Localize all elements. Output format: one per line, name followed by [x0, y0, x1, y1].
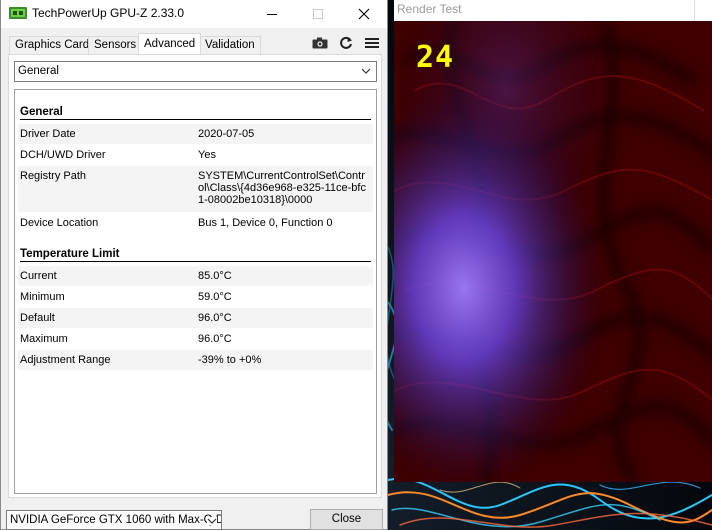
render-test-titlebar-button[interactable]	[694, 0, 712, 21]
row-key: Registry Path	[20, 170, 87, 182]
row-key: Minimum	[20, 291, 65, 303]
gpuz-window-title: TechPowerUp GPU-Z 2.33.0	[32, 6, 185, 20]
row-value: 2020-07-05	[198, 128, 255, 140]
tab-graphics-card[interactable]: Graphics Card	[9, 36, 96, 54]
tab-bar: Graphics Card Sensors Advanced Validatio…	[1, 28, 387, 54]
row-value: Bus 1, Device 0, Function 0	[198, 217, 333, 229]
hamburger-menu-icon	[365, 38, 379, 48]
gpu-device-select[interactable]: NVIDIA GeForce GTX 1060 with Max-Q Desig…	[6, 510, 222, 530]
row-value: 96.0°C	[198, 312, 232, 324]
section-heading-general: General	[20, 106, 371, 120]
render-test-titlebar[interactable]: Render Test	[394, 0, 712, 21]
row-registry-path: Registry Path SYSTEM\CurrentControlSet\C…	[18, 166, 373, 212]
section-heading-temperature-limit: Temperature Limit	[20, 248, 371, 262]
chevron-down-icon	[207, 517, 217, 525]
registry-path-line-2: ol\Class\{4d36e968-e325-11ce-bfc	[198, 182, 366, 194]
row-current-temp: Current 85.0°C	[18, 266, 373, 286]
row-value: 59.0°C	[198, 291, 232, 303]
details-panel: General Driver Date 2020-07-05 DCH/UWD D…	[14, 89, 377, 494]
tab-sensors[interactable]: Sensors	[88, 36, 143, 54]
row-value: Yes	[198, 149, 216, 161]
row-key: Current	[20, 270, 57, 282]
close-button[interactable]: Close	[310, 509, 383, 530]
screenshot-button[interactable]	[310, 34, 330, 52]
fps-counter: 24	[416, 40, 455, 75]
row-key: DCH/UWD Driver	[20, 149, 106, 161]
category-select[interactable]: General	[14, 61, 377, 82]
camera-icon	[312, 37, 328, 49]
render-test-canvas: 24	[394, 19, 712, 482]
registry-path-line-1: SYSTEM\CurrentControlSet\Contr	[198, 170, 365, 182]
row-value: SYSTEM\CurrentControlSet\Contr ol\Class\…	[198, 170, 373, 212]
row-default-temp: Default 96.0°C	[18, 308, 373, 328]
row-key: Adjustment Range	[20, 354, 111, 366]
close-window-button[interactable]	[341, 0, 387, 28]
row-key: Driver Date	[20, 128, 76, 140]
category-select-value: General	[18, 65, 59, 77]
row-key: Default	[20, 312, 55, 324]
row-minimum-temp: Minimum 59.0°C	[18, 287, 373, 307]
row-dch-uwd-driver: DCH/UWD Driver Yes	[18, 145, 373, 165]
minimize-button[interactable]	[249, 0, 295, 28]
chevron-down-icon	[361, 68, 371, 74]
gpuz-titlebar[interactable]: TechPowerUp GPU-Z 2.33.0	[1, 0, 387, 28]
row-driver-date: Driver Date 2020-07-05	[18, 124, 373, 144]
close-icon	[358, 8, 370, 20]
maximize-icon	[313, 9, 323, 19]
menu-button[interactable]	[362, 34, 382, 52]
row-device-location: Device Location Bus 1, Device 0, Functio…	[18, 213, 373, 233]
render-test-shader-image	[394, 19, 712, 482]
row-adjustment-range: Adjustment Range -39% to +0%	[18, 350, 373, 370]
gpu-device-select-value: NVIDIA GeForce GTX 1060 with Max-Q Desig…	[10, 514, 221, 526]
row-maximum-temp: Maximum 96.0°C	[18, 329, 373, 349]
tab-validation[interactable]: Validation	[199, 36, 261, 54]
refresh-icon	[340, 36, 352, 49]
render-test-window: Render Test 24	[394, 0, 712, 482]
maximize-button[interactable]	[295, 0, 341, 28]
row-value: 85.0°C	[198, 270, 232, 282]
gpuz-app-icon	[9, 6, 27, 20]
row-value: -39% to +0%	[198, 354, 262, 366]
row-value: 96.0°C	[198, 333, 232, 345]
render-test-title: Render Test	[397, 2, 462, 16]
row-key: Device Location	[20, 217, 99, 229]
gpuz-window: TechPowerUp GPU-Z 2.33.0 Graphics Card S…	[0, 0, 388, 530]
refresh-button[interactable]	[336, 34, 356, 52]
row-key: Maximum	[20, 333, 68, 345]
minimize-icon	[267, 13, 277, 15]
registry-path-line-3: 1-08002be10318}\0000	[198, 194, 313, 206]
advanced-tab-page: General General Driver Date 2020-07-05 D…	[8, 54, 382, 498]
tab-advanced[interactable]: Advanced	[138, 33, 202, 54]
